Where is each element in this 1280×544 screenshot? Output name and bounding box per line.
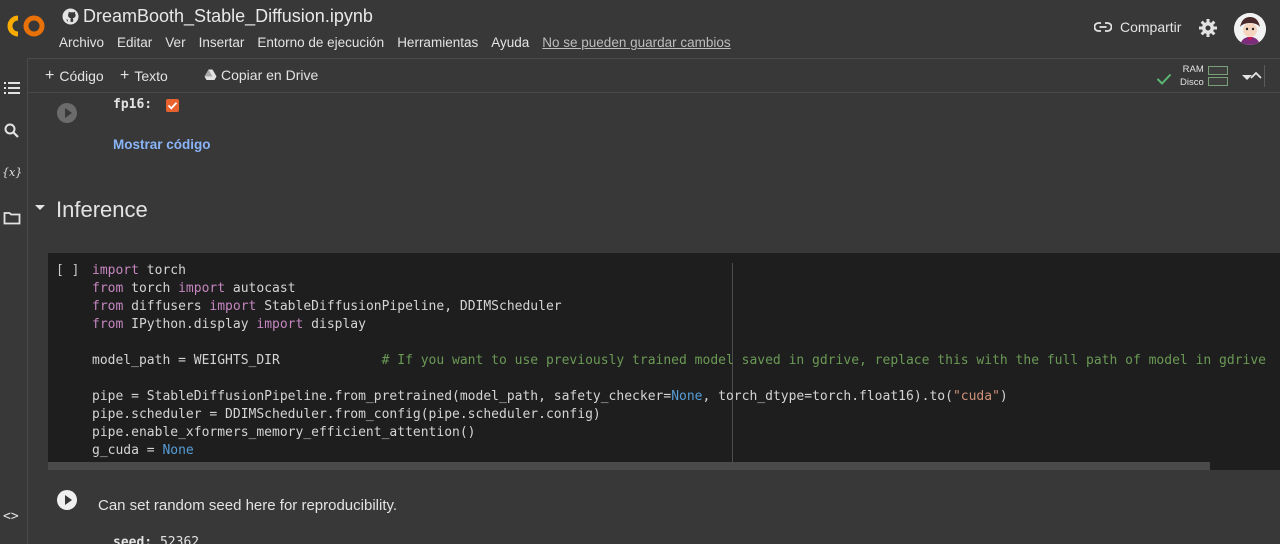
resource-labels: RAM Disco bbox=[1180, 63, 1204, 89]
menu-ayuda[interactable]: Ayuda bbox=[491, 35, 529, 50]
code-token: None bbox=[162, 443, 194, 458]
notebook-content: fp16: Mostrar código Inference [ ] impor… bbox=[29, 93, 1280, 544]
add-text-button[interactable]: + Texto bbox=[120, 67, 168, 85]
code-line[interactable]: g_cuda = None bbox=[92, 442, 1266, 460]
menu-insertar[interactable]: Insertar bbox=[199, 35, 245, 50]
share-label: Compartir bbox=[1120, 19, 1182, 35]
copy-to-drive-button[interactable]: Copiar en Drive bbox=[204, 67, 318, 83]
code-line[interactable]: from torch import autocast bbox=[92, 280, 1266, 298]
code-token: from bbox=[92, 281, 124, 296]
toc-icon[interactable] bbox=[3, 79, 21, 97]
section-title: Inference bbox=[56, 197, 148, 222]
seed-value[interactable]: 52362 bbox=[160, 535, 199, 544]
code-line[interactable]: pipe.enable_xformers_memory_efficient_at… bbox=[92, 424, 1266, 442]
code-line[interactable]: from IPython.display import display bbox=[92, 316, 1266, 334]
code-snippets-icon[interactable]: <> bbox=[3, 509, 19, 524]
code-editor[interactable]: import torch from torch import autocast fr… bbox=[92, 262, 1266, 460]
menu-bar: Archivo Editar Ver Insertar Entorno de e… bbox=[59, 35, 744, 50]
code-cell[interactable]: [ ] import torch from torch import autoca… bbox=[48, 253, 1280, 470]
app-header: DreamBooth_Stable_Diffusion.ipynb Archiv… bbox=[0, 0, 1280, 58]
notebook-toolbar: + Código + Texto Copiar en Drive RAM Dis… bbox=[28, 58, 1280, 93]
code-token: StableDiffusionPipeline, DDIMScheduler bbox=[256, 299, 562, 314]
code-line[interactable] bbox=[92, 334, 1266, 352]
code-line[interactable]: from diffusers import StableDiffusionPip… bbox=[92, 298, 1266, 316]
horizontal-scrollbar[interactable] bbox=[48, 462, 1210, 470]
code-token: None bbox=[671, 389, 703, 404]
code-token: display bbox=[303, 317, 366, 332]
code-token: model_path = WEIGHTS_DIR bbox=[92, 353, 382, 368]
left-sidebar: {x} <> bbox=[0, 58, 28, 544]
code-line[interactable]: import torch bbox=[92, 262, 1266, 280]
search-icon[interactable] bbox=[3, 122, 21, 140]
seed-label: seed: bbox=[113, 535, 153, 544]
resources-indicator[interactable]: RAM Disco bbox=[1156, 63, 1252, 89]
seed-field: seed: 52362 bbox=[113, 535, 199, 544]
check-icon bbox=[167, 102, 178, 110]
caret-down-icon[interactable] bbox=[34, 204, 46, 212]
menu-entorno[interactable]: Entorno de ejecución bbox=[257, 35, 384, 50]
code-token: ) bbox=[999, 389, 1008, 404]
run-cell-button[interactable] bbox=[57, 490, 77, 510]
show-code-link[interactable]: Mostrar código bbox=[113, 137, 211, 152]
code-token: torch bbox=[123, 281, 179, 296]
notebook-title[interactable]: DreamBooth_Stable_Diffusion.ipynb bbox=[83, 6, 373, 27]
menu-archivo[interactable]: Archivo bbox=[59, 35, 104, 50]
title-row: DreamBooth_Stable_Diffusion.ipynb bbox=[62, 6, 373, 27]
fp16-label: fp16: bbox=[113, 97, 153, 112]
copy-to-drive-label: Copiar en Drive bbox=[221, 67, 319, 83]
code-token: g_cuda = bbox=[92, 443, 163, 458]
menu-herramientas[interactable]: Herramientas bbox=[397, 35, 478, 50]
add-code-button[interactable]: + Código bbox=[45, 67, 104, 85]
avatar[interactable] bbox=[1234, 13, 1266, 45]
menu-editar[interactable]: Editar bbox=[117, 35, 152, 50]
plus-icon: + bbox=[45, 67, 55, 84]
code-token: diffusers bbox=[123, 299, 210, 314]
code-token: IPython.display bbox=[123, 317, 257, 332]
add-text-label: Texto bbox=[134, 68, 168, 84]
code-token: torch bbox=[138, 263, 186, 278]
code-token: # If you want to use previously trained … bbox=[381, 353, 1267, 368]
fp16-checkbox[interactable] bbox=[166, 99, 179, 112]
unsaved-notice-link[interactable]: No se pueden guardar cambios bbox=[542, 35, 730, 50]
resource-bars bbox=[1207, 64, 1228, 88]
plus-icon: + bbox=[120, 67, 130, 84]
link-icon bbox=[1094, 22, 1112, 32]
run-cell-button[interactable] bbox=[57, 103, 77, 123]
chevron-up-icon[interactable] bbox=[1250, 71, 1262, 79]
gear-icon[interactable] bbox=[1198, 18, 1218, 38]
code-token: pipe.scheduler = DDIMScheduler.from_conf… bbox=[92, 407, 601, 422]
toolbar-divider bbox=[1264, 65, 1265, 87]
check-icon bbox=[1156, 73, 1172, 85]
code-token: import bbox=[256, 317, 304, 332]
code-token: pipe.enable_xformers_memory_efficient_at… bbox=[92, 425, 476, 440]
code-token: pipe = StableDiffusionPipeline.from_pret… bbox=[92, 389, 672, 404]
cell-execution-count[interactable]: [ ] bbox=[56, 263, 79, 278]
code-token: "cuda" bbox=[952, 389, 1000, 404]
drive-icon bbox=[204, 69, 217, 80]
code-token: import bbox=[178, 281, 226, 296]
menu-ver[interactable]: Ver bbox=[165, 35, 185, 50]
disk-label: Disco bbox=[1180, 77, 1204, 88]
text-cell: Can set random seed here for reproducibi… bbox=[98, 497, 398, 514]
code-token: from bbox=[92, 299, 124, 314]
ram-label: RAM bbox=[1182, 64, 1204, 75]
add-code-label: Código bbox=[59, 68, 104, 84]
code-line[interactable] bbox=[92, 370, 1266, 388]
code-line[interactable]: model_path = WEIGHTS_DIR # If you want t… bbox=[92, 352, 1266, 370]
code-token: import bbox=[92, 263, 139, 278]
code-token: import bbox=[209, 299, 257, 314]
disk-bar bbox=[1207, 77, 1228, 86]
variables-icon[interactable]: {x} bbox=[2, 166, 22, 179]
share-button[interactable]: Compartir bbox=[1094, 19, 1181, 35]
code-token: from bbox=[92, 317, 124, 332]
github-icon[interactable] bbox=[62, 8, 79, 25]
code-line[interactable]: pipe = StableDiffusionPipeline.from_pret… bbox=[92, 388, 1266, 406]
colab-logo[interactable] bbox=[6, 12, 46, 40]
code-token: , torch_dtype=torch.float16).to( bbox=[702, 389, 953, 404]
code-line[interactable]: pipe.scheduler = DDIMScheduler.from_conf… bbox=[92, 406, 1266, 424]
folder-icon[interactable] bbox=[3, 209, 21, 227]
code-token: autocast bbox=[225, 281, 296, 296]
ram-bar bbox=[1207, 66, 1228, 75]
